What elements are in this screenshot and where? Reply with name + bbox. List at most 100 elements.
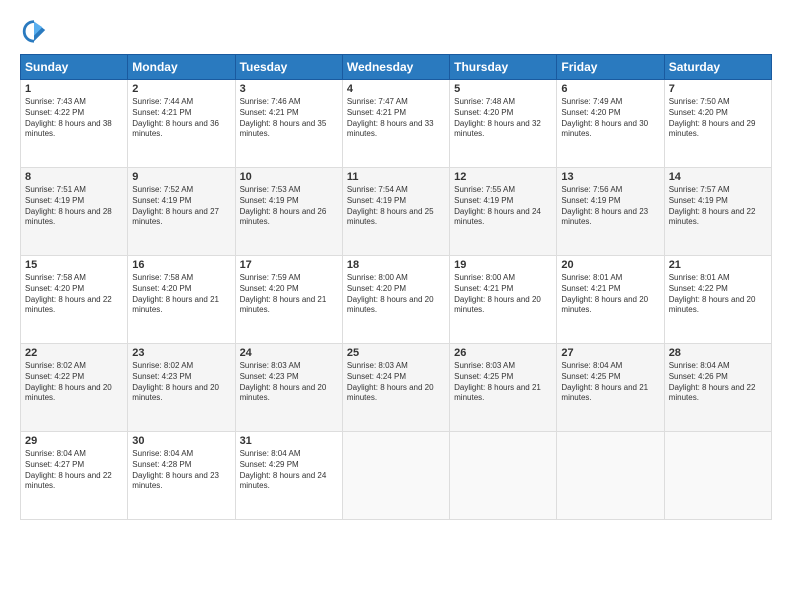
day-info: Sunrise: 7:44 AM Sunset: 4:21 PM Dayligh…	[132, 97, 230, 140]
week-row-2: 8 Sunrise: 7:51 AM Sunset: 4:19 PM Dayli…	[21, 168, 772, 256]
day-info: Sunrise: 7:57 AM Sunset: 4:19 PM Dayligh…	[669, 185, 767, 228]
day-info: Sunrise: 7:56 AM Sunset: 4:19 PM Dayligh…	[561, 185, 659, 228]
day-number: 18	[347, 259, 445, 271]
day-number: 4	[347, 83, 445, 95]
day-info: Sunrise: 8:00 AM Sunset: 4:20 PM Dayligh…	[347, 273, 445, 316]
weekday-header-friday: Friday	[557, 55, 664, 80]
day-cell	[450, 432, 557, 520]
calendar-body: 1 Sunrise: 7:43 AM Sunset: 4:22 PM Dayli…	[21, 80, 772, 520]
day-number: 11	[347, 171, 445, 183]
day-info: Sunrise: 8:03 AM Sunset: 4:24 PM Dayligh…	[347, 361, 445, 404]
day-info: Sunrise: 7:50 AM Sunset: 4:20 PM Dayligh…	[669, 97, 767, 140]
day-cell: 22 Sunrise: 8:02 AM Sunset: 4:22 PM Dayl…	[21, 344, 128, 432]
day-number: 9	[132, 171, 230, 183]
day-number: 8	[25, 171, 123, 183]
day-cell: 21 Sunrise: 8:01 AM Sunset: 4:22 PM Dayl…	[664, 256, 771, 344]
day-cell: 1 Sunrise: 7:43 AM Sunset: 4:22 PM Dayli…	[21, 80, 128, 168]
day-info: Sunrise: 8:04 AM Sunset: 4:26 PM Dayligh…	[669, 361, 767, 404]
day-info: Sunrise: 7:55 AM Sunset: 4:19 PM Dayligh…	[454, 185, 552, 228]
weekday-header-wednesday: Wednesday	[342, 55, 449, 80]
day-cell: 27 Sunrise: 8:04 AM Sunset: 4:25 PM Dayl…	[557, 344, 664, 432]
day-cell	[557, 432, 664, 520]
day-number: 22	[25, 347, 123, 359]
day-info: Sunrise: 8:04 AM Sunset: 4:25 PM Dayligh…	[561, 361, 659, 404]
day-number: 15	[25, 259, 123, 271]
day-info: Sunrise: 7:54 AM Sunset: 4:19 PM Dayligh…	[347, 185, 445, 228]
day-info: Sunrise: 7:43 AM Sunset: 4:22 PM Dayligh…	[25, 97, 123, 140]
day-info: Sunrise: 7:53 AM Sunset: 4:19 PM Dayligh…	[240, 185, 338, 228]
day-number: 14	[669, 171, 767, 183]
day-cell: 9 Sunrise: 7:52 AM Sunset: 4:19 PM Dayli…	[128, 168, 235, 256]
day-number: 13	[561, 171, 659, 183]
day-info: Sunrise: 8:04 AM Sunset: 4:27 PM Dayligh…	[25, 449, 123, 492]
day-number: 10	[240, 171, 338, 183]
day-cell: 6 Sunrise: 7:49 AM Sunset: 4:20 PM Dayli…	[557, 80, 664, 168]
day-number: 29	[25, 435, 123, 447]
day-cell: 7 Sunrise: 7:50 AM Sunset: 4:20 PM Dayli…	[664, 80, 771, 168]
day-cell: 12 Sunrise: 7:55 AM Sunset: 4:19 PM Dayl…	[450, 168, 557, 256]
day-number: 5	[454, 83, 552, 95]
week-row-3: 15 Sunrise: 7:58 AM Sunset: 4:20 PM Dayl…	[21, 256, 772, 344]
day-cell: 31 Sunrise: 8:04 AM Sunset: 4:29 PM Dayl…	[235, 432, 342, 520]
day-info: Sunrise: 8:03 AM Sunset: 4:23 PM Dayligh…	[240, 361, 338, 404]
day-info: Sunrise: 7:59 AM Sunset: 4:20 PM Dayligh…	[240, 273, 338, 316]
weekday-header-tuesday: Tuesday	[235, 55, 342, 80]
day-number: 3	[240, 83, 338, 95]
day-cell	[342, 432, 449, 520]
day-cell: 2 Sunrise: 7:44 AM Sunset: 4:21 PM Dayli…	[128, 80, 235, 168]
day-cell: 18 Sunrise: 8:00 AM Sunset: 4:20 PM Dayl…	[342, 256, 449, 344]
day-number: 7	[669, 83, 767, 95]
header	[20, 16, 772, 44]
day-info: Sunrise: 7:46 AM Sunset: 4:21 PM Dayligh…	[240, 97, 338, 140]
day-info: Sunrise: 7:47 AM Sunset: 4:21 PM Dayligh…	[347, 97, 445, 140]
day-cell: 29 Sunrise: 8:04 AM Sunset: 4:27 PM Dayl…	[21, 432, 128, 520]
day-number: 1	[25, 83, 123, 95]
day-cell: 17 Sunrise: 7:59 AM Sunset: 4:20 PM Dayl…	[235, 256, 342, 344]
day-cell: 8 Sunrise: 7:51 AM Sunset: 4:19 PM Dayli…	[21, 168, 128, 256]
calendar-header: SundayMondayTuesdayWednesdayThursdayFrid…	[21, 55, 772, 80]
weekday-row: SundayMondayTuesdayWednesdayThursdayFrid…	[21, 55, 772, 80]
logo	[20, 16, 52, 44]
day-number: 16	[132, 259, 230, 271]
day-info: Sunrise: 8:01 AM Sunset: 4:21 PM Dayligh…	[561, 273, 659, 316]
week-row-5: 29 Sunrise: 8:04 AM Sunset: 4:27 PM Dayl…	[21, 432, 772, 520]
day-cell: 30 Sunrise: 8:04 AM Sunset: 4:28 PM Dayl…	[128, 432, 235, 520]
day-cell: 11 Sunrise: 7:54 AM Sunset: 4:19 PM Dayl…	[342, 168, 449, 256]
day-info: Sunrise: 7:58 AM Sunset: 4:20 PM Dayligh…	[132, 273, 230, 316]
day-cell: 10 Sunrise: 7:53 AM Sunset: 4:19 PM Dayl…	[235, 168, 342, 256]
week-row-1: 1 Sunrise: 7:43 AM Sunset: 4:22 PM Dayli…	[21, 80, 772, 168]
day-info: Sunrise: 8:04 AM Sunset: 4:28 PM Dayligh…	[132, 449, 230, 492]
day-number: 6	[561, 83, 659, 95]
weekday-header-sunday: Sunday	[21, 55, 128, 80]
day-number: 31	[240, 435, 338, 447]
day-number: 27	[561, 347, 659, 359]
day-cell: 26 Sunrise: 8:03 AM Sunset: 4:25 PM Dayl…	[450, 344, 557, 432]
weekday-header-monday: Monday	[128, 55, 235, 80]
day-info: Sunrise: 8:03 AM Sunset: 4:25 PM Dayligh…	[454, 361, 552, 404]
day-cell	[664, 432, 771, 520]
day-number: 24	[240, 347, 338, 359]
day-number: 28	[669, 347, 767, 359]
day-info: Sunrise: 7:48 AM Sunset: 4:20 PM Dayligh…	[454, 97, 552, 140]
day-info: Sunrise: 8:02 AM Sunset: 4:23 PM Dayligh…	[132, 361, 230, 404]
day-info: Sunrise: 7:49 AM Sunset: 4:20 PM Dayligh…	[561, 97, 659, 140]
day-cell: 19 Sunrise: 8:00 AM Sunset: 4:21 PM Dayl…	[450, 256, 557, 344]
day-info: Sunrise: 7:52 AM Sunset: 4:19 PM Dayligh…	[132, 185, 230, 228]
day-cell: 28 Sunrise: 8:04 AM Sunset: 4:26 PM Dayl…	[664, 344, 771, 432]
calendar-table: SundayMondayTuesdayWednesdayThursdayFrid…	[20, 54, 772, 520]
day-cell: 13 Sunrise: 7:56 AM Sunset: 4:19 PM Dayl…	[557, 168, 664, 256]
day-number: 19	[454, 259, 552, 271]
day-number: 30	[132, 435, 230, 447]
day-number: 20	[561, 259, 659, 271]
day-number: 26	[454, 347, 552, 359]
day-cell: 25 Sunrise: 8:03 AM Sunset: 4:24 PM Dayl…	[342, 344, 449, 432]
day-number: 17	[240, 259, 338, 271]
weekday-header-thursday: Thursday	[450, 55, 557, 80]
logo-icon	[20, 16, 48, 44]
day-cell: 20 Sunrise: 8:01 AM Sunset: 4:21 PM Dayl…	[557, 256, 664, 344]
day-cell: 3 Sunrise: 7:46 AM Sunset: 4:21 PM Dayli…	[235, 80, 342, 168]
day-number: 2	[132, 83, 230, 95]
day-cell: 4 Sunrise: 7:47 AM Sunset: 4:21 PM Dayli…	[342, 80, 449, 168]
day-number: 12	[454, 171, 552, 183]
week-row-4: 22 Sunrise: 8:02 AM Sunset: 4:22 PM Dayl…	[21, 344, 772, 432]
